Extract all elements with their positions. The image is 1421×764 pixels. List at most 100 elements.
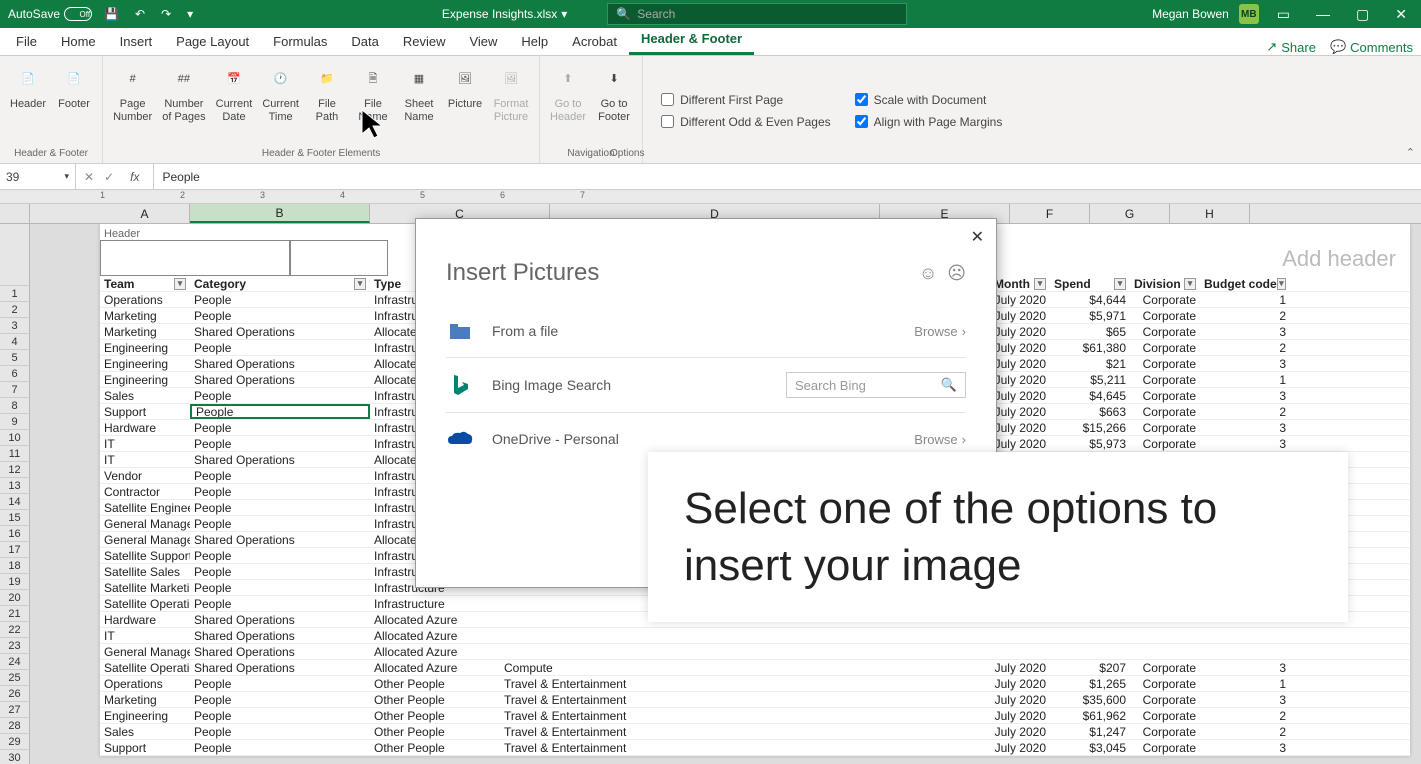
cell[interactable]: General Managem <box>100 516 190 531</box>
check-align-margins[interactable]: Align with Page Margins <box>855 115 1003 129</box>
cell[interactable]: July 2020 <box>990 388 1050 403</box>
cell[interactable]: Shared Operations <box>190 372 370 387</box>
document-title[interactable]: Expense Insights.xlsx▾ <box>442 7 567 21</box>
page-number-button[interactable]: #PageNumber <box>109 60 156 128</box>
cell[interactable]: Corporate <box>1130 724 1200 739</box>
sheet-name-button[interactable]: ▦SheetName <box>397 60 441 128</box>
cell[interactable]: 3 <box>1200 388 1290 403</box>
cell[interactable]: 2 <box>1200 308 1290 323</box>
cell[interactable]: People <box>190 468 370 483</box>
cell[interactable]: $5,971 <box>1050 308 1130 323</box>
cell[interactable]: Sales <box>100 724 190 739</box>
browse-link[interactable]: Browse › <box>914 432 966 447</box>
cell[interactable]: Travel & Entertainment <box>500 724 990 739</box>
customize-qat-icon[interactable]: ▾ <box>183 7 197 21</box>
cell[interactable] <box>1200 644 1290 659</box>
cell[interactable]: Shared Operations <box>190 660 370 675</box>
cell[interactable]: Shared Operations <box>190 324 370 339</box>
cell[interactable]: July 2020 <box>990 708 1050 723</box>
name-box[interactable]: 39▾ <box>0 164 76 189</box>
row-header-3[interactable]: 3 <box>0 318 30 334</box>
cell[interactable]: $5,211 <box>1050 372 1130 387</box>
cell[interactable]: 1 <box>1200 676 1290 691</box>
header-button[interactable]: 📄Header <box>6 60 50 115</box>
filter-arrow-icon[interactable]: ▾ <box>1034 278 1046 290</box>
cell[interactable]: Infrastructure <box>370 596 500 611</box>
cell[interactable]: $663 <box>1050 404 1130 419</box>
row-header-19[interactable]: 19 <box>0 574 30 590</box>
cell[interactable]: Corporate <box>1130 676 1200 691</box>
goto-footer-button[interactable]: ⬇Go toFooter <box>592 60 636 128</box>
cell[interactable]: Hardware <box>100 612 190 627</box>
cell[interactable] <box>1200 628 1290 643</box>
row-header-2[interactable]: 2 <box>0 302 30 318</box>
tab-data[interactable]: Data <box>339 28 390 55</box>
cell[interactable]: IT <box>100 452 190 467</box>
cell[interactable]: People <box>190 308 370 323</box>
cell[interactable]: July 2020 <box>990 404 1050 419</box>
enter-formula-icon[interactable]: ✓ <box>104 170 114 184</box>
close-icon[interactable]: ✕ <box>1387 6 1415 23</box>
cell[interactable]: 1 <box>1200 372 1290 387</box>
column-header-A[interactable]: A <box>100 204 190 223</box>
cell[interactable]: July 2020 <box>990 372 1050 387</box>
cell[interactable]: July 2020 <box>990 676 1050 691</box>
table-header-Spend[interactable]: Spend▾ <box>1050 276 1130 291</box>
cell[interactable]: Satellite Sales <box>100 564 190 579</box>
cell[interactable]: Travel & Entertainment <box>500 692 990 707</box>
number-of-pages-button[interactable]: ##Numberof Pages <box>158 60 209 128</box>
cell[interactable]: $3,045 <box>1050 740 1130 755</box>
cell[interactable]: IT <box>100 436 190 451</box>
cell[interactable]: $1,265 <box>1050 676 1130 691</box>
tab-help[interactable]: Help <box>509 28 560 55</box>
cell[interactable]: Hardware <box>100 420 190 435</box>
cell[interactable]: July 2020 <box>990 692 1050 707</box>
cell[interactable]: Corporate <box>1130 340 1200 355</box>
tab-acrobat[interactable]: Acrobat <box>560 28 629 55</box>
row-header-13[interactable]: 13 <box>0 478 30 494</box>
cell[interactable]: General Managem <box>100 532 190 547</box>
footer-button[interactable]: 📄Footer <box>52 60 96 115</box>
cell[interactable]: Marketing <box>100 692 190 707</box>
cell[interactable]: People <box>190 420 370 435</box>
current-date-button[interactable]: 📅CurrentDate <box>212 60 257 128</box>
cell[interactable]: Satellite Operatio <box>100 660 190 675</box>
cell[interactable] <box>1130 628 1200 643</box>
cell[interactable]: IT <box>100 628 190 643</box>
cell[interactable]: Satellite Engineeri <box>100 500 190 515</box>
cell[interactable]: Corporate <box>1130 308 1200 323</box>
cell[interactable]: Satellite Operatio <box>100 596 190 611</box>
cell[interactable]: 2 <box>1200 724 1290 739</box>
cell[interactable]: Allocated Azure <box>370 628 500 643</box>
cell[interactable]: Satellite Marketin <box>100 580 190 595</box>
filter-arrow-icon[interactable]: ▾ <box>1277 278 1286 290</box>
cell[interactable]: Operations <box>100 676 190 691</box>
row-header-23[interactable]: 23 <box>0 638 30 654</box>
cell[interactable] <box>500 644 990 659</box>
row-header-20[interactable]: 20 <box>0 590 30 606</box>
cell[interactable]: Shared Operations <box>190 612 370 627</box>
cell[interactable]: Vendor <box>100 468 190 483</box>
cell[interactable]: 3 <box>1200 436 1290 451</box>
cell[interactable]: Sales <box>100 388 190 403</box>
cell[interactable]: Engineering <box>100 340 190 355</box>
cell[interactable]: Shared Operations <box>190 532 370 547</box>
cell[interactable]: $61,962 <box>1050 708 1130 723</box>
check-different-first-page[interactable]: Different First Page <box>661 93 831 107</box>
tab-formulas[interactable]: Formulas <box>261 28 339 55</box>
table-header-Category[interactable]: Category▾ <box>190 276 370 291</box>
row-header-28[interactable]: 28 <box>0 718 30 734</box>
cell[interactable]: People <box>190 340 370 355</box>
column-header-G[interactable]: G <box>1090 204 1170 223</box>
row-header-10[interactable]: 10 <box>0 430 30 446</box>
cell[interactable]: $4,644 <box>1050 292 1130 307</box>
tab-view[interactable]: View <box>457 28 509 55</box>
cell[interactable]: People <box>190 548 370 563</box>
cell[interactable]: July 2020 <box>990 356 1050 371</box>
cell[interactable]: July 2020 <box>990 740 1050 755</box>
cell[interactable]: People <box>190 292 370 307</box>
cell[interactable]: 1 <box>1200 292 1290 307</box>
tab-page-layout[interactable]: Page Layout <box>164 28 261 55</box>
cell[interactable] <box>990 644 1050 659</box>
row-header-18[interactable]: 18 <box>0 558 30 574</box>
